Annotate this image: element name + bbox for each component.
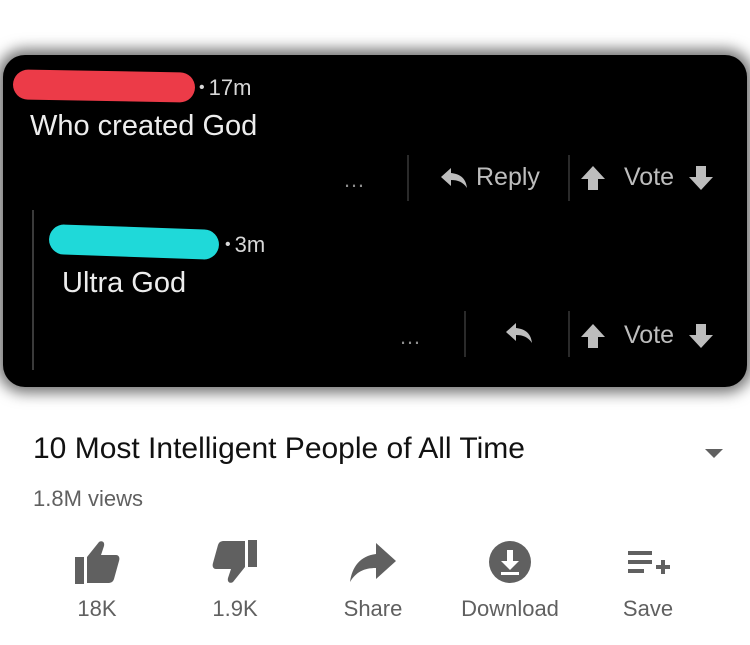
downvote-icon[interactable] [688,165,714,191]
comment-text: Ultra God [62,267,187,299]
comment-time: 17m [208,75,252,100]
playlist-add-icon [628,551,670,574]
thread-line [32,210,34,370]
expand-description-icon[interactable] [705,449,723,458]
reply-button[interactable] [505,321,533,345]
reply-icon [441,167,467,188]
like-count: 18K [77,596,117,621]
share-button[interactable]: Share [308,538,438,622]
dislike-button[interactable]: 1.9K [170,538,300,622]
download-icon [489,541,531,583]
dislike-count: 1.9K [212,596,258,621]
separator-dot: • [225,236,231,253]
comment-meta: • 3m [225,232,265,258]
comment-text: Who created God [30,110,258,142]
save-button[interactable]: Save [583,538,713,622]
like-button[interactable]: 18K [32,538,162,622]
divider [464,311,466,357]
upvote-icon[interactable] [580,165,606,191]
vote-label: Vote [624,321,675,349]
more-options-icon[interactable]: … [399,324,423,350]
reply-label: Reply [476,163,540,191]
more-options-icon[interactable]: … [343,167,367,193]
share-label: Share [343,596,403,621]
divider [407,155,409,201]
reply-icon [506,323,532,343]
thumbs-down-icon [212,540,257,583]
comment-time: 3m [234,232,266,257]
comment-meta: • 17m [199,75,251,101]
reply-button[interactable]: Reply [440,163,540,192]
upvote-icon[interactable] [580,323,606,349]
divider [568,311,570,357]
download-label: Download [461,596,559,621]
thumbs-up-icon [75,541,120,584]
downvote-icon[interactable] [688,323,714,349]
vote-label: Vote [624,163,675,191]
comment-screenshot: • 17m Who created God … Reply Vote • 3m Ul… [3,55,747,387]
video-actions-bar: 18K 1.9K Share Download Save [0,538,750,628]
redacted-username [48,224,220,260]
download-button[interactable]: Download [445,538,575,622]
separator-dot: • [199,79,205,96]
save-label: Save [622,596,674,621]
redacted-username [12,69,196,103]
vote-controls: Vote [580,321,714,350]
video-title[interactable]: 10 Most Intelligent People of All Time [33,432,525,466]
view-count: 1.8M views [33,486,144,511]
vote-controls: Vote [580,163,714,192]
divider [568,155,570,201]
share-icon [350,543,396,582]
